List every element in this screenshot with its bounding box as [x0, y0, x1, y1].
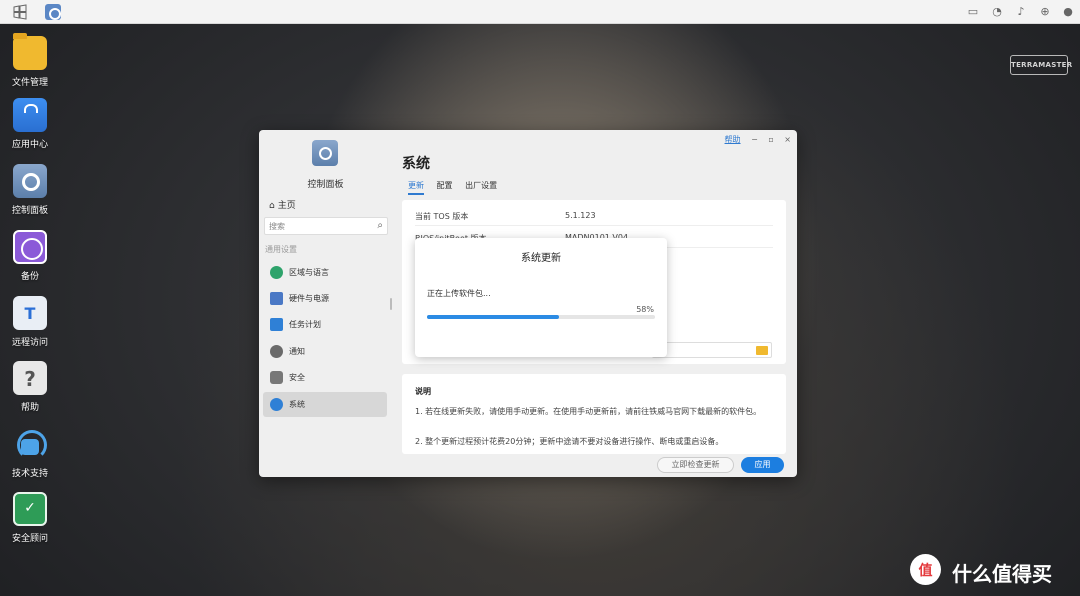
sidebar-item-label: 任务计划: [289, 320, 321, 329]
desktop-icon-label: 帮助: [20, 403, 39, 413]
package-file-input[interactable]: [652, 342, 772, 358]
tab-update[interactable]: 更新: [408, 180, 424, 195]
desktop-tech-support[interactable]: 技术支持: [4, 427, 56, 479]
check-update-button[interactable]: 立即检查更新: [657, 457, 734, 473]
watermark-text: 什么值得买: [952, 562, 1052, 586]
sidebar: 控制面板 ⌂ 主页 搜索 ⌕ 通用设置 区域与语言 硬件与电源 任务计划 通知 安…: [259, 130, 392, 477]
lock-icon: [270, 371, 283, 384]
desktop-backup[interactable]: 备份: [4, 230, 56, 282]
control-panel-icon: [13, 164, 47, 198]
desktop-icon-label: 文件管理: [11, 78, 48, 88]
sidebar-item-label: 通知: [289, 347, 305, 356]
windows-start-icon[interactable]: [12, 4, 28, 20]
home-label: 主页: [277, 201, 296, 211]
desktop-icon-label: 技术支持: [11, 469, 48, 479]
calendar-icon: [270, 318, 283, 331]
shield-icon: [13, 492, 47, 526]
tab-config[interactable]: 配置: [437, 180, 453, 191]
home-link[interactable]: ⌂ 主页: [269, 198, 296, 211]
tab-bar: 更新 配置 出厂设置: [408, 180, 507, 195]
desktop-icon-label: 应用中心: [11, 140, 48, 150]
sidebar-item-label: 系统: [289, 400, 305, 409]
sidebar-item-security[interactable]: 安全: [263, 365, 387, 390]
apply-button[interactable]: 应用: [741, 457, 784, 473]
backup-icon: [13, 230, 47, 264]
user-icon[interactable]: ●: [1062, 6, 1074, 18]
desktop-file-manager[interactable]: 文件管理: [4, 33, 56, 88]
sidebar-item-notification[interactable]: 通知: [263, 339, 387, 364]
desktop-app-center[interactable]: 应用中心: [4, 98, 56, 150]
notes-card: 说明 1. 若在线更新失败，请使用手动更新。在使用手动更新前，请前往铁威马官网下…: [402, 374, 786, 454]
terramaster-logo: TERRAMASTER: [1010, 55, 1072, 75]
info-key: 当前 TOS 版本: [415, 212, 469, 221]
notes-heading: 说明: [415, 387, 431, 396]
info-value: 5.1.123: [565, 211, 596, 220]
system-icon: [270, 398, 283, 411]
desktop-icon-label: 远程访问: [11, 338, 48, 348]
folder-icon: [13, 33, 47, 70]
folder-icon[interactable]: [756, 346, 768, 355]
desktop-icon-label: 安全顾问: [11, 534, 48, 544]
notes-item: 2. 整个更新过程预计花费20分钟；更新中途请不要对设备进行操作、断电或重启设备…: [415, 437, 724, 446]
help-icon: [13, 361, 47, 395]
progress-bar: [427, 315, 655, 319]
info-row: 当前 TOS 版本 5.1.123: [415, 204, 773, 226]
chat-icon[interactable]: ◔: [991, 6, 1003, 18]
headset-icon: [13, 427, 47, 461]
notes-item: 1. 若在线更新失败，请使用手动更新。在使用手动更新前，请前往铁威马官网下载最新…: [415, 407, 762, 416]
desktop-help[interactable]: 帮助: [4, 361, 56, 413]
tab-factory-reset[interactable]: 出厂设置: [465, 180, 497, 191]
sidebar-item-label: 安全: [289, 373, 305, 382]
message-icon: [270, 345, 283, 358]
progress-percent: 58%: [636, 305, 654, 314]
sidebar-item-task-schedule[interactable]: 任务计划: [263, 312, 387, 337]
taskbar: ▭ ◔ ♪ ⊕ ●: [0, 0, 1080, 24]
sidebar-item-region-language[interactable]: 区域与语言: [263, 260, 387, 285]
sidebar-scrollbar[interactable]: [390, 298, 392, 310]
remote-access-icon: [13, 296, 47, 330]
dialog-title: 系统更新: [521, 253, 561, 264]
progress-fill: [427, 315, 560, 319]
app-store-icon: [13, 98, 47, 132]
desktop-icon-label: 备份: [20, 272, 39, 282]
tools-icon: [270, 292, 283, 305]
section-label: 通用设置: [265, 245, 297, 254]
desktop-security-advisor[interactable]: 安全顾问: [4, 492, 56, 544]
upload-status: 正在上传软件包...: [427, 289, 491, 298]
system-update-dialog: 系统更新 正在上传软件包... 58%: [415, 238, 667, 357]
globe-icon[interactable]: ⊕: [1039, 6, 1051, 18]
control-panel-icon: [312, 140, 338, 166]
globe-icon: [270, 266, 283, 279]
app-title: 控制面板: [307, 180, 344, 190]
search-input[interactable]: 搜索 ⌕: [264, 217, 388, 235]
sidebar-item-label: 区域与语言: [289, 268, 329, 277]
bell-icon[interactable]: ♪: [1015, 6, 1027, 18]
page-title: 系统: [402, 156, 430, 172]
desktop-remote-access[interactable]: 远程访问: [4, 296, 56, 348]
control-panel-taskbar-icon[interactable]: [45, 4, 61, 20]
home-icon: ⌂: [269, 201, 275, 211]
sidebar-item-hardware-power[interactable]: 硬件与电源: [263, 286, 387, 311]
desktop-icon-label: 控制面板: [11, 206, 48, 216]
sidebar-item-system[interactable]: 系统: [263, 392, 387, 417]
desktop-icon[interactable]: ▭: [967, 6, 979, 18]
desktop-control-panel[interactable]: 控制面板: [4, 164, 56, 216]
search-placeholder: 搜索: [269, 222, 285, 231]
search-icon[interactable]: ⌕: [377, 220, 383, 231]
zhide-logo-icon: [910, 554, 941, 585]
sidebar-item-label: 硬件与电源: [289, 294, 329, 303]
